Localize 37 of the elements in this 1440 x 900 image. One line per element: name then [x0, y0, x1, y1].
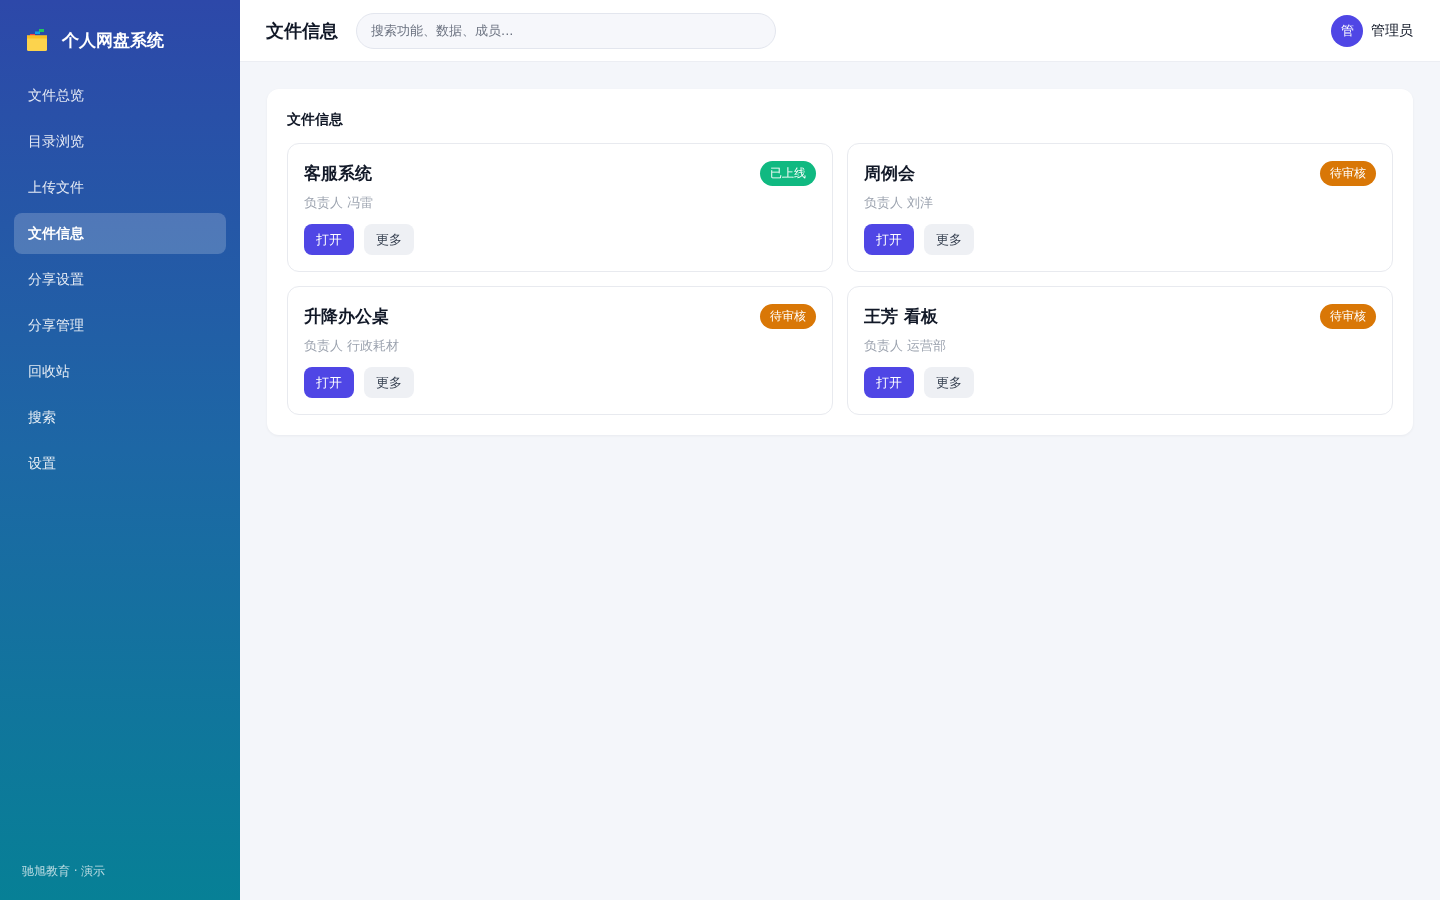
nav-item[interactable]: 分享设置 [14, 259, 226, 300]
nav-item[interactable]: 目录浏览 [14, 121, 226, 162]
folder-icon [26, 29, 48, 51]
open-button[interactable]: 打开 [864, 224, 914, 255]
nav-item[interactable]: 设置 [14, 443, 226, 484]
open-button[interactable]: 打开 [864, 367, 914, 398]
status-badge: 待审核 [1320, 303, 1376, 329]
avatar[interactable]: 管 [1331, 14, 1363, 47]
nav-item[interactable]: 回收站 [14, 351, 226, 392]
footer-text: 驰旭教育 · 演示 [22, 863, 106, 880]
owner-text: 负责人 刘洋 [864, 194, 935, 212]
more-button[interactable]: 更多 [364, 367, 414, 398]
card-title: 周例会 [864, 161, 915, 185]
nav-item[interactable]: 上传文件 [14, 167, 226, 208]
nav-item[interactable]: 分享管理 [14, 305, 226, 346]
card-title: 升降办公桌 [304, 304, 389, 328]
card-title: 王芳 看板 [864, 304, 938, 328]
card-title: 客服系统 [304, 161, 372, 185]
status-badge: 待审核 [1320, 160, 1376, 186]
page-title: 文件信息 [266, 18, 338, 43]
open-button[interactable]: 打开 [304, 224, 354, 255]
more-button[interactable]: 更多 [364, 224, 414, 255]
status-badge: 待审核 [760, 303, 816, 329]
panel-title: 文件信息 [287, 110, 344, 129]
nav-item[interactable]: 文件总览 [14, 75, 226, 116]
owner-text: 负责人 运营部 [864, 337, 948, 355]
nav-item[interactable]: 文件信息 [14, 213, 226, 254]
status-badge: 已上线 [760, 160, 816, 186]
open-button[interactable]: 打开 [304, 367, 354, 398]
more-button[interactable]: 更多 [924, 224, 974, 255]
owner-text: 负责人 冯雷 [304, 194, 375, 212]
owner-text: 负责人 行政耗材 [304, 337, 401, 355]
search-field[interactable]: 搜索功能、数据、成员... [356, 12, 776, 49]
more-button[interactable]: 更多 [924, 367, 974, 398]
nav-item[interactable]: 搜索 [14, 397, 226, 438]
user-name: 管理员 [1371, 21, 1413, 40]
app-title: 个人网盘系统 [62, 28, 164, 52]
